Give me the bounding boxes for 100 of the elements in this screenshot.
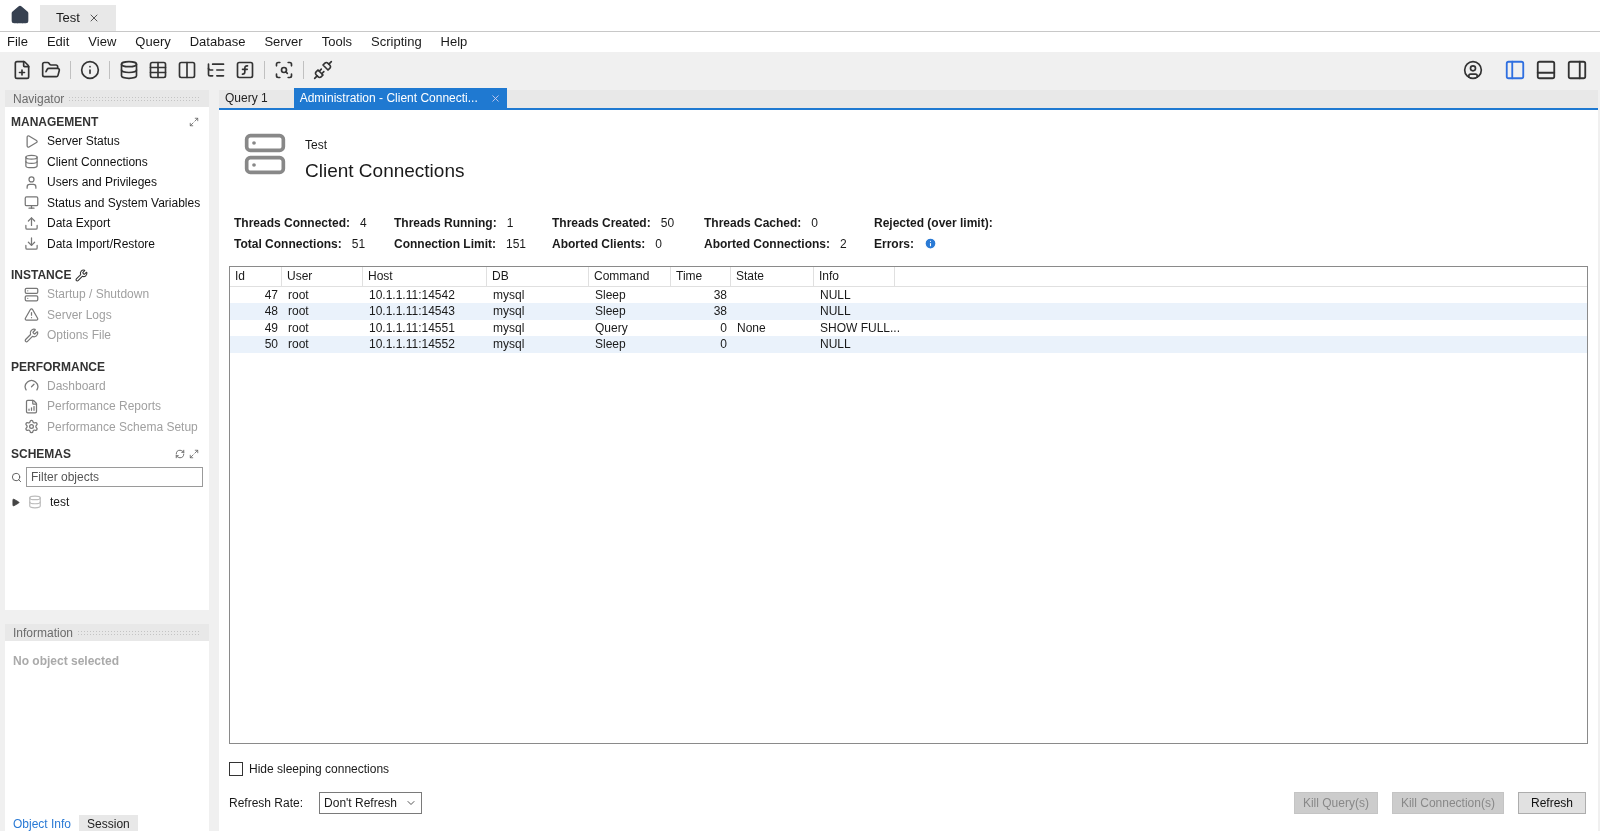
table-cell: mysql bbox=[493, 337, 525, 352]
stat-value: 50 bbox=[660, 214, 675, 232]
menu-item[interactable]: Edit bbox=[46, 32, 70, 52]
stat-label: Connection Limit: bbox=[394, 235, 496, 253]
refresh-rate-select[interactable]: Don't Refresh bbox=[319, 791, 423, 814]
table-cell: 10.1.1.11:14552 bbox=[369, 337, 455, 352]
expander-icon[interactable] bbox=[11, 497, 20, 507]
expand-icon[interactable] bbox=[189, 117, 199, 127]
reconnect-icon[interactable] bbox=[313, 60, 333, 80]
column-header[interactable]: Host bbox=[363, 266, 487, 286]
nav-item[interactable]: Data Export bbox=[5, 213, 209, 234]
stat-value: 1 bbox=[506, 214, 514, 232]
action-button[interactable]: Refresh bbox=[1517, 791, 1586, 814]
menu-item[interactable]: File bbox=[7, 32, 28, 52]
menu-item[interactable]: Scripting bbox=[371, 32, 422, 52]
monitor-icon bbox=[24, 195, 39, 211]
refresh-icon[interactable] bbox=[175, 449, 185, 459]
table-icon[interactable] bbox=[148, 60, 168, 80]
column-header[interactable]: Info bbox=[814, 266, 895, 286]
nav-item[interactable]: Status and System Variables bbox=[5, 192, 209, 213]
table-cell: NULL bbox=[820, 287, 851, 302]
filter-field[interactable]: Filter objects bbox=[26, 467, 203, 487]
stat-label: Rejected (over limit): bbox=[874, 214, 993, 232]
wrench-icon bbox=[75, 268, 89, 282]
menu-item[interactable]: Query bbox=[135, 32, 171, 52]
checkbox[interactable] bbox=[229, 761, 243, 776]
table-cell: 0 bbox=[720, 320, 727, 335]
bottom-panel-toggle-icon[interactable] bbox=[1535, 59, 1557, 81]
nav-item[interactable]: Client Connections bbox=[5, 151, 209, 172]
table-cell: Sleep bbox=[595, 304, 626, 319]
menu-item[interactable]: View bbox=[88, 32, 117, 52]
refresh-rate-label: Refresh Rate: bbox=[229, 794, 304, 812]
window-tab[interactable]: Test bbox=[40, 5, 116, 31]
panel-tab[interactable]: Session bbox=[79, 815, 138, 831]
menu-item[interactable]: Help bbox=[440, 32, 468, 52]
stat-value: 0 bbox=[655, 235, 663, 253]
nav-item[interactable]: Users and Privileges bbox=[5, 172, 209, 193]
account-icon[interactable] bbox=[1463, 60, 1483, 80]
menu-item[interactable]: Database bbox=[189, 32, 246, 52]
right-panel-toggle-icon[interactable] bbox=[1566, 59, 1588, 81]
table-cell: 10.1.1.11:14542 bbox=[369, 287, 455, 302]
stat-value: 4 bbox=[360, 214, 367, 232]
column-header[interactable]: User bbox=[282, 266, 363, 286]
column-header[interactable]: DB bbox=[487, 266, 589, 286]
expand-icon[interactable] bbox=[189, 449, 199, 459]
open-folder-icon[interactable] bbox=[41, 60, 61, 80]
server-icon bbox=[24, 286, 39, 302]
table-cell: 47 bbox=[264, 287, 278, 302]
info-message: No object selected bbox=[12, 653, 121, 670]
play-icon bbox=[24, 133, 39, 149]
database-icon[interactable] bbox=[119, 60, 139, 80]
column-header[interactable]: Time bbox=[671, 266, 731, 286]
schema-item[interactable]: test bbox=[5, 493, 209, 511]
table-cell: NULL bbox=[820, 337, 851, 352]
table-cell: None bbox=[737, 320, 766, 335]
connection-name: Test bbox=[305, 137, 328, 154]
information-header: Information bbox=[5, 624, 209, 641]
settings-icon bbox=[24, 419, 39, 435]
page-title: Client Connections bbox=[305, 159, 465, 183]
editor-tab[interactable]: Administration - Client Connecti... bbox=[293, 88, 507, 108]
checkbox-label[interactable]: Hide sleeping connections bbox=[249, 759, 390, 778]
table-cell: SHOW FULL... bbox=[820, 320, 900, 335]
warning-icon bbox=[24, 307, 39, 323]
stat-value: 51 bbox=[351, 235, 366, 253]
column-header[interactable]: Id bbox=[230, 266, 282, 286]
table-cell: 49 bbox=[264, 320, 278, 335]
info-icon[interactable] bbox=[80, 60, 100, 80]
section-heading: INSTANCE bbox=[11, 267, 72, 284]
database-icon bbox=[24, 154, 39, 170]
editor-tab[interactable]: Query 1 bbox=[219, 88, 294, 108]
function-icon[interactable] bbox=[235, 60, 255, 80]
table-cell: mysql bbox=[493, 320, 525, 335]
home-icon[interactable] bbox=[10, 5, 30, 25]
nav-item[interactable]: Data Import/Restore bbox=[5, 233, 209, 254]
table-cell: Sleep bbox=[595, 287, 626, 302]
new-file-icon[interactable] bbox=[12, 60, 32, 80]
column-header[interactable]: Command bbox=[589, 266, 671, 286]
menu-item[interactable]: Server bbox=[264, 32, 303, 52]
menu-item[interactable]: Tools bbox=[321, 32, 353, 52]
table-cell: 10.1.1.11:14543 bbox=[369, 304, 455, 319]
section-heading: MANAGEMENT bbox=[11, 114, 99, 131]
database-icon bbox=[28, 495, 42, 509]
sidebar-toggle-icon[interactable] bbox=[1504, 59, 1526, 81]
table-cell: 10.1.1.11:14551 bbox=[369, 320, 455, 335]
stat-label: Total Connections: bbox=[234, 235, 342, 253]
close-icon[interactable] bbox=[489, 92, 501, 104]
view-icon[interactable] bbox=[177, 60, 197, 80]
table-cell: root bbox=[288, 320, 309, 335]
column-header[interactable]: State bbox=[731, 266, 814, 286]
stat-label: Errors: bbox=[874, 235, 914, 253]
stat-label: Threads Running: bbox=[394, 214, 497, 232]
procedure-icon[interactable] bbox=[206, 60, 226, 80]
inspect-icon[interactable] bbox=[274, 60, 294, 80]
stat-label: Threads Created: bbox=[552, 214, 651, 232]
nav-item[interactable]: Server Status bbox=[5, 131, 209, 152]
navigator-header: Navigator bbox=[5, 90, 209, 107]
table-cell: 50 bbox=[264, 337, 278, 352]
table-cell: Sleep bbox=[595, 337, 626, 352]
table-cell: 0 bbox=[720, 337, 727, 352]
table-cell: mysql bbox=[493, 304, 525, 319]
